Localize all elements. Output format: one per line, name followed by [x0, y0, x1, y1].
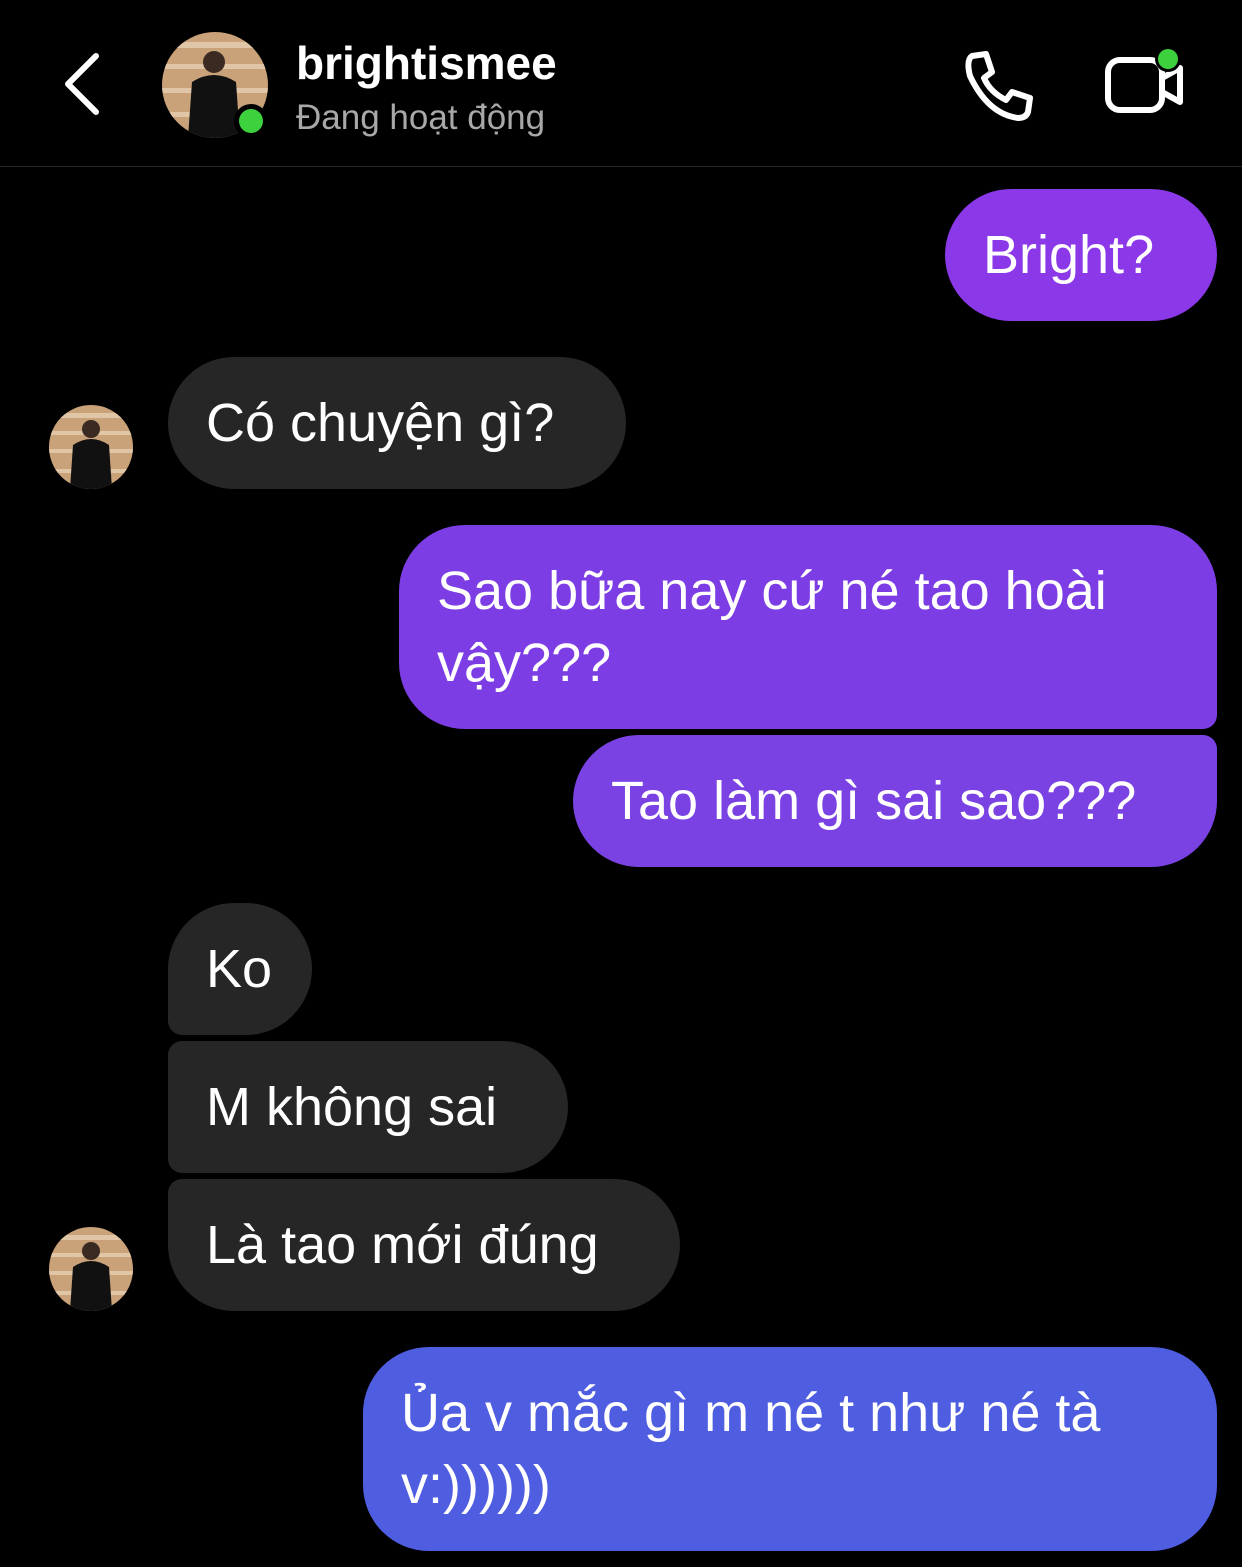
sender-avatar[interactable]: [49, 405, 133, 489]
phone-icon: [965, 51, 1033, 121]
message-text: Bright?: [983, 225, 1155, 285]
message-text: Có chuyện gì?: [206, 393, 555, 453]
message-bubble-incoming[interactable]: Có chuyện gì?: [168, 357, 626, 489]
video-online-dot-icon: [1158, 49, 1178, 69]
chevron-left-icon: [65, 53, 99, 115]
message-bubble-outgoing[interactable]: Sao bữa nay cứ né tao hoài vậy???: [399, 525, 1217, 729]
video-call-button[interactable]: [1100, 44, 1190, 124]
message-bubble-outgoing[interactable]: Ủa v mắc gì m né t như né tà v:)))))): [363, 1347, 1217, 1551]
message-bubble-incoming[interactable]: Là tao mới đúng: [168, 1179, 680, 1311]
message-bubble-outgoing[interactable]: Tao làm gì sai sao???: [573, 735, 1217, 867]
username[interactable]: brightismee: [296, 36, 557, 90]
sender-avatar[interactable]: [49, 1227, 133, 1311]
active-status: Đang hoạt động: [296, 98, 546, 137]
message-text: Ko: [206, 939, 273, 999]
chat-header: brightismee Đang hoạt động: [0, 0, 1242, 167]
message-bubble-incoming[interactable]: M không sai: [168, 1041, 568, 1173]
message-text: Ủa v mắc gì m né t như né tà v:)))))): [401, 1383, 1101, 1515]
message-text: Sao bữa nay cứ né tao hoài vậy???: [437, 561, 1107, 693]
message-bubble-outgoing[interactable]: Bright?: [945, 189, 1217, 321]
message-text: Tao làm gì sai sao???: [611, 771, 1137, 831]
video-camera-icon: [1105, 46, 1183, 113]
online-status-dot: [234, 104, 268, 138]
message-text: Là tao mới đúng: [206, 1215, 599, 1275]
call-button[interactable]: [958, 46, 1038, 126]
message-text: M không sai: [206, 1077, 498, 1137]
message-bubble-incoming[interactable]: Ko: [168, 903, 312, 1035]
back-button[interactable]: [56, 48, 112, 120]
